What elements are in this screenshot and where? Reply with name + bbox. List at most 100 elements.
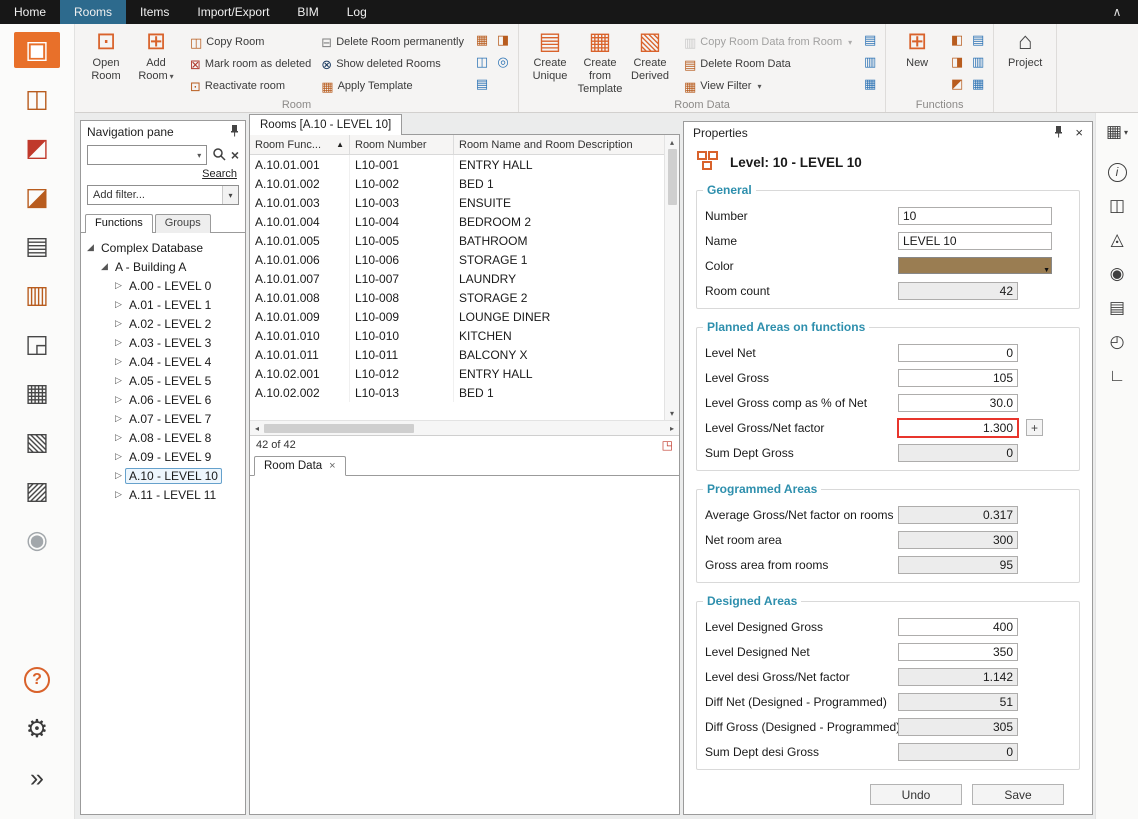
column-header-room-number[interactable]: Room Number <box>350 135 454 154</box>
copy-panel-icon[interactable]: ◫ ▾ <box>1109 192 1125 220</box>
tree-expander-icon[interactable]: ▷ <box>112 356 125 367</box>
property-field[interactable]: 42 <box>898 282 1018 300</box>
search-link[interactable]: Search <box>202 168 237 180</box>
menu-tab[interactable]: BIM <box>283 0 332 24</box>
menu-tab[interactable]: Items <box>126 0 183 24</box>
doc-cut-icon[interactable]: ▥ <box>969 53 987 71</box>
tree-expander-icon[interactable]: ▷ <box>112 413 125 424</box>
search-input[interactable] <box>88 149 193 161</box>
copy-doc-icon[interactable]: ◫ <box>473 53 491 71</box>
function-paste-icon[interactable]: ◩ <box>948 75 966 93</box>
tree-expander-icon[interactable]: ▷ <box>112 337 125 348</box>
scroll-down-icon[interactable]: ▾ <box>670 406 674 420</box>
property-field[interactable]: 10 <box>898 207 1052 225</box>
data-export-icon[interactable]: ▦ <box>861 75 879 93</box>
tree-expander-icon[interactable]: ◢ <box>98 261 111 272</box>
menu-tab[interactable]: Rooms <box>60 0 126 24</box>
table-layout-icon[interactable]: ▦ ▾ <box>1106 118 1128 146</box>
column-header-room-function[interactable]: Room Func...▲ <box>250 135 350 154</box>
clear-search-icon[interactable]: × <box>231 148 239 162</box>
logistics-icon[interactable]: ◲ <box>14 326 60 362</box>
delete-room-permanently-button[interactable]: ⊟ Delete Room permanently ▾ <box>318 31 467 53</box>
property-field[interactable]: LEVEL 10 <box>898 232 1052 250</box>
add-filter-dropdown[interactable]: Add filter... ▾ <box>87 185 239 205</box>
tree-item[interactable]: ◢ Complex Database <box>81 238 245 257</box>
copy-room-button[interactable]: ◫ Copy Room ▾ <box>187 31 314 53</box>
tree-expander-icon[interactable]: ▷ <box>112 280 125 291</box>
menu-tab[interactable]: Log <box>333 0 381 24</box>
pin-icon[interactable] <box>1054 125 1063 141</box>
chevron-down-icon[interactable]: ▾ <box>222 186 238 204</box>
rooms-module-icon[interactable]: ▣ <box>14 32 60 68</box>
contacts-icon[interactable]: ◉ <box>14 522 60 558</box>
property-field[interactable]: 0 <box>898 743 1018 761</box>
search-icon[interactable] <box>212 147 226 164</box>
doc-paste-icon[interactable]: ▦ <box>969 75 987 93</box>
files-icon[interactable]: ▨ <box>14 473 60 509</box>
tree-expander-icon[interactable]: ▷ <box>112 318 125 329</box>
data-import-icon[interactable]: ▥ <box>861 53 879 71</box>
room-row[interactable]: A.10.01.003 L10-003 ENSUITE <box>250 193 664 212</box>
mark-room-deleted-button[interactable]: ⊠ Mark room as deleted ▾ <box>187 53 314 75</box>
search-history-dropdown-icon[interactable]: ▾ <box>193 151 206 160</box>
scrollbar-thumb[interactable] <box>264 424 414 433</box>
property-field[interactable]: 0 <box>898 444 1018 462</box>
tree-expander-icon[interactable]: ▷ <box>112 375 125 386</box>
create-derived-button[interactable]: ▧ Create Derived▾ <box>625 26 675 96</box>
navigation-tab[interactable]: Groups <box>155 214 211 233</box>
documents-panel-icon[interactable]: ▤ ▾ <box>1109 294 1125 322</box>
tree-expander-icon[interactable]: ▷ <box>112 489 125 500</box>
function-cut-icon[interactable]: ◨ <box>948 53 966 71</box>
property-field[interactable]: 30.0 <box>898 394 1018 412</box>
horizontal-scrollbar[interactable]: ◂ ▸ <box>250 420 679 435</box>
room-row[interactable]: A.10.01.002 L10-002 BED 1 <box>250 174 664 193</box>
create-unique-button[interactable]: ▤ Create Unique▾ <box>525 26 575 96</box>
reactivate-room-button[interactable]: ⊡ Reactivate room ▾ <box>187 75 314 97</box>
room-row[interactable]: A.10.02.002 L10-013 BED 1 <box>250 383 664 402</box>
pin-icon[interactable] <box>230 124 239 140</box>
data-copy-icon[interactable]: ▤ <box>861 31 879 49</box>
close-panel-icon[interactable]: × <box>1075 125 1083 140</box>
add-room-button[interactable]: ⊞ Add Room▾ <box>131 26 181 83</box>
room-row[interactable]: A.10.01.006 L10-006 STORAGE 1 <box>250 250 664 269</box>
property-field[interactable]: 51 <box>898 693 1018 711</box>
tree-item[interactable]: ▷ A.08 - LEVEL 8 <box>81 428 245 447</box>
tree-item[interactable]: ▷ A.09 - LEVEL 9 <box>81 447 245 466</box>
room-row[interactable]: A.10.01.001 L10-001 ENTRY HALL <box>250 155 664 174</box>
save-button[interactable]: Save <box>972 784 1064 805</box>
buildings-icon[interactable]: ▦ <box>14 375 60 411</box>
scroll-up-icon[interactable]: ▴ <box>670 135 674 149</box>
tree-item[interactable]: ▷ A.06 - LEVEL 6 <box>81 390 245 409</box>
tree-item[interactable]: ▷ A.04 - LEVEL 4 <box>81 352 245 371</box>
room-row[interactable]: A.10.01.011 L10-011 BALCONY X <box>250 345 664 364</box>
navigation-tab[interactable]: Functions <box>85 214 153 233</box>
show-deleted-rooms-button[interactable]: ⊗ Show deleted Rooms ▾ <box>318 53 467 75</box>
tree-item[interactable]: ◢ A - Building A <box>81 257 245 276</box>
tree-item[interactable]: ▷ A.11 - LEVEL 11 <box>81 485 245 504</box>
rooms-document-tab[interactable]: Rooms [A.10 - LEVEL 10] <box>249 114 402 135</box>
paste-doc-icon[interactable]: ▤ <box>473 75 491 93</box>
function-copy-icon[interactable]: ◧ <box>948 31 966 49</box>
project-button[interactable]: ⌂ Project <box>1000 26 1050 70</box>
room-row[interactable]: A.10.01.005 L10-005 BATHROOM <box>250 231 664 250</box>
camera-icon[interactable]: ◉ ▾ <box>1110 260 1125 288</box>
room-row[interactable]: A.10.01.004 L10-004 BEDROOM 2 <box>250 212 664 231</box>
tree-expander-icon[interactable]: ▷ <box>112 432 125 443</box>
room-row[interactable]: A.10.01.007 L10-007 LAUNDRY <box>250 269 664 288</box>
tree-item[interactable]: ▷ A.01 - LEVEL 1 <box>81 295 245 314</box>
color-swatch[interactable]: ▼ <box>898 257 1052 274</box>
tree-expander-icon[interactable]: ▷ <box>112 394 125 405</box>
column-header-room-name[interactable]: Room Name and Room Description <box>454 135 664 154</box>
tree-item[interactable]: ▷ A.02 - LEVEL 2 <box>81 314 245 333</box>
reset-icon[interactable]: ◎ <box>494 53 512 71</box>
view-filter-button[interactable]: ▦ View Filter ▾ <box>681 75 855 97</box>
create-from-template-button[interactable]: ▦ Create from Template▾ <box>575 26 625 96</box>
stamp-icon[interactable]: ▦ <box>473 31 491 49</box>
open-room-button[interactable]: ⊡ Open Room▾ <box>81 26 131 83</box>
tree-item[interactable]: ▷ A.07 - LEVEL 7 <box>81 409 245 428</box>
expand-icon[interactable]: » <box>14 760 60 796</box>
tree-expander-icon[interactable]: ▷ <box>112 451 125 462</box>
reports-icon[interactable]: ▧ <box>14 424 60 460</box>
scroll-left-icon[interactable]: ◂ <box>250 424 264 433</box>
model-icon[interactable]: ◬ ▾ <box>1110 226 1123 254</box>
